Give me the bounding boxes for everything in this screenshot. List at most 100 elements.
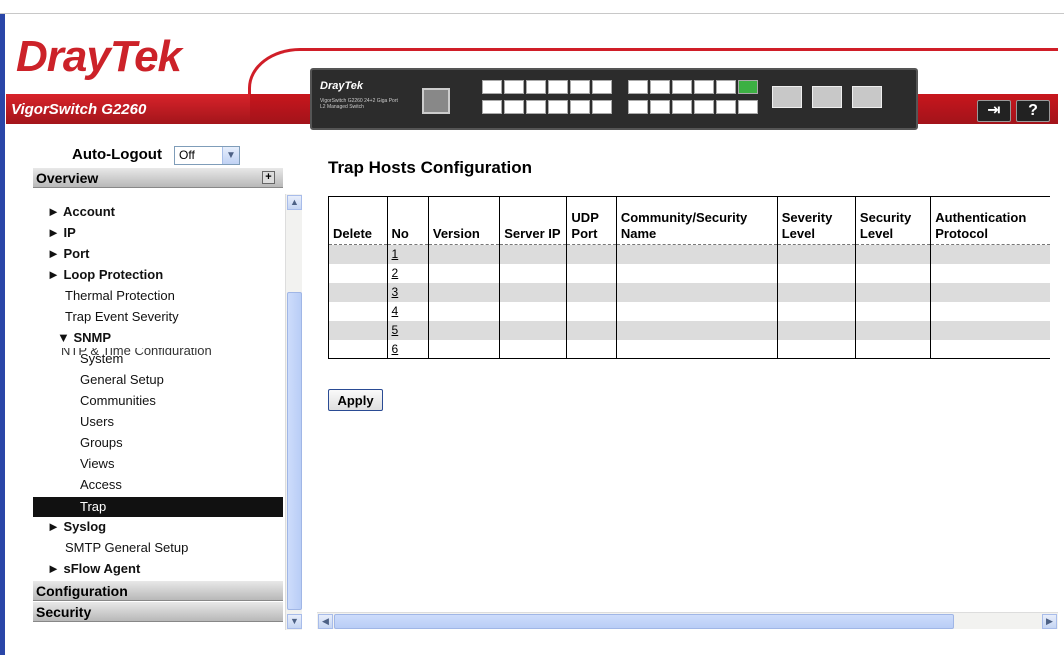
main-horizontal-scrollbar[interactable]: ◀ ▶ xyxy=(317,612,1058,629)
section-configuration[interactable]: Configuration xyxy=(33,581,283,601)
trap-hosts-table: Delete No Version Server IP UDP Port Com… xyxy=(328,196,1050,359)
ethernet-port-icon xyxy=(592,100,612,114)
device-logo: DrayTek xyxy=(320,80,364,92)
sidebar-item-smtp-general-setup[interactable]: SMTP General Setup xyxy=(65,540,188,555)
sidebar-item-sflow-agent[interactable]: ► sFlow Agent xyxy=(47,561,140,576)
ethernet-port-icon xyxy=(482,80,502,94)
top-border xyxy=(0,0,1064,14)
table-row: 5 xyxy=(328,320,1050,340)
sidebar-item-ip[interactable]: ► IP xyxy=(47,225,76,240)
ethernet-port-icon xyxy=(716,100,736,114)
section-security[interactable]: Security xyxy=(33,602,283,622)
ethernet-port-icon xyxy=(526,100,546,114)
section-overview-label: Overview xyxy=(36,170,99,186)
row-link[interactable]: 2 xyxy=(392,266,399,280)
sidebar-item-syslog[interactable]: ► Syslog xyxy=(47,519,106,534)
ethernet-port-icon xyxy=(672,80,692,94)
ethernet-port-icon xyxy=(672,100,692,114)
ethernet-port-icon xyxy=(628,80,648,94)
ethernet-port-icon xyxy=(570,80,590,94)
sfp-port-icon xyxy=(812,86,842,108)
sidebar-item-access[interactable]: Access xyxy=(80,477,122,492)
sidebar-item-account[interactable]: ► Account xyxy=(47,204,115,219)
ethernet-port-icon xyxy=(694,80,714,94)
cell-delete xyxy=(328,339,388,359)
ethernet-port-icon xyxy=(504,80,524,94)
sidebar-item-users[interactable]: Users xyxy=(80,414,114,429)
sidebar-item-thermal-protection[interactable]: Thermal Protection xyxy=(65,288,175,303)
chevron-down-icon[interactable]: ▼ xyxy=(222,147,239,164)
sidebar-item-trap-event-severity[interactable]: Trap Event Severity xyxy=(65,309,179,324)
model-name: VigorSwitch G2260 xyxy=(11,101,147,118)
row-link[interactable]: 4 xyxy=(392,304,399,318)
ethernet-port-icon xyxy=(738,100,758,114)
cell-delete xyxy=(328,263,388,283)
switch-device-image: DrayTek VigorSwitch G2260 24+2 Giga Port… xyxy=(310,68,918,130)
row-link[interactable]: 5 xyxy=(392,323,399,337)
help-icon[interactable]: ? xyxy=(1016,100,1050,122)
ethernet-port-icon xyxy=(592,80,612,94)
auto-logout-select[interactable]: Off ▼ xyxy=(174,146,240,165)
horizontal-scroll-thumb[interactable] xyxy=(334,614,954,629)
cell-delete xyxy=(328,301,388,321)
auto-logout-label: Auto-Logout xyxy=(72,146,162,163)
col-version: Version xyxy=(427,196,500,245)
col-udp-port: UDP Port xyxy=(566,196,617,245)
ethernet-port-icon xyxy=(650,100,670,114)
sidebar-item-trap[interactable]: Trap xyxy=(33,497,283,517)
sidebar-item-loop-protection[interactable]: ► Loop Protection xyxy=(47,267,163,282)
sfp-port-icon xyxy=(772,86,802,108)
apply-button[interactable]: Apply xyxy=(328,389,383,411)
cell-delete xyxy=(328,244,388,264)
page-title: Trap Hosts Configuration xyxy=(328,158,532,177)
table-row: 1 xyxy=(328,244,1050,264)
cell-delete xyxy=(328,320,388,340)
scroll-right-icon[interactable]: ▶ xyxy=(1042,614,1057,629)
sidebar-scrollbar[interactable]: ▲ ▼ xyxy=(285,194,302,630)
ethernet-port-icon xyxy=(738,80,758,94)
col-server-ip: Server IP xyxy=(499,196,567,245)
ethernet-ports xyxy=(482,80,772,120)
left-border xyxy=(0,14,5,655)
col-security-level: Security Level xyxy=(854,196,931,245)
expand-plus-icon[interactable]: + xyxy=(262,171,275,184)
sidebar-item-general-setup[interactable]: General Setup xyxy=(80,372,164,387)
scroll-up-icon[interactable]: ▲ xyxy=(287,195,302,210)
sidebar-item-groups[interactable]: Groups xyxy=(80,435,123,450)
ethernet-port-icon xyxy=(650,80,670,94)
col-severity-level: Severity Level xyxy=(776,196,856,245)
table-row: 2 xyxy=(328,263,1050,283)
ethernet-port-icon xyxy=(570,100,590,114)
sfp-port-icon xyxy=(852,86,882,108)
scroll-down-icon[interactable]: ▼ xyxy=(287,614,302,629)
row-link[interactable]: 6 xyxy=(392,342,399,356)
trap-hosts-table-wrap: Delete No Version Server IP UDP Port Com… xyxy=(328,196,1050,372)
sidebar-item-snmp[interactable]: ▼ SNMP xyxy=(57,330,111,345)
ethernet-port-icon xyxy=(716,80,736,94)
sidebar-item-system[interactable]: System xyxy=(80,351,123,366)
col-delete: Delete xyxy=(328,196,388,245)
page-root: DrayTek VigorSwitch G2260 DrayTek VigorS… xyxy=(0,0,1064,655)
ethernet-port-icon xyxy=(526,80,546,94)
sidebar-item-communities[interactable]: Communities xyxy=(80,393,156,408)
row-link[interactable]: 1 xyxy=(392,247,399,261)
logout-icon[interactable]: ⇥ xyxy=(977,100,1011,122)
ethernet-port-icon xyxy=(482,100,502,114)
ethernet-port-icon xyxy=(548,80,568,94)
table-row: 4 xyxy=(328,301,1050,321)
ethernet-port-icon xyxy=(628,100,648,114)
row-link[interactable]: 3 xyxy=(392,285,399,299)
sidebar-scroll-thumb[interactable] xyxy=(287,292,302,610)
col-auth-protocol: Authentication Protocol xyxy=(930,196,1050,245)
ethernet-port-icon xyxy=(548,100,568,114)
sidebar-item-views[interactable]: Views xyxy=(80,456,114,471)
console-port-icon xyxy=(422,88,450,114)
auto-logout-value: Off xyxy=(179,148,195,162)
section-overview[interactable]: Overview + xyxy=(33,168,283,188)
sidebar: Overview + NTP & Time Configuration ► Ac… xyxy=(33,166,301,630)
scroll-left-icon[interactable]: ◀ xyxy=(318,614,333,629)
sidebar-item-port[interactable]: ► Port xyxy=(47,246,89,261)
table-header-row: Delete No Version Server IP UDP Port Com… xyxy=(328,196,1050,245)
table-row: 3 xyxy=(328,282,1050,302)
cell-delete xyxy=(328,282,388,302)
